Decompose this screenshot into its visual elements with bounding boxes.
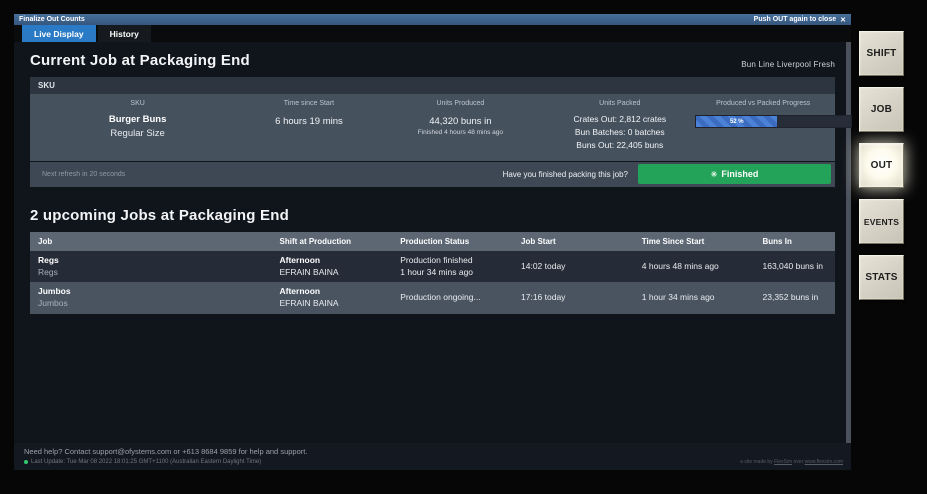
crates-out-value: Crates Out: 2,812 crates xyxy=(544,113,695,126)
col-sku-header: SKU xyxy=(34,100,241,107)
operator-name: EFRAIN BAINA xyxy=(280,298,385,310)
status-dot xyxy=(24,460,28,464)
buns-in: 23,352 buns in xyxy=(755,288,836,308)
bun-batches-value: Bun Batches: 0 batches xyxy=(544,126,695,139)
upcoming-jobs-title: 2 upcoming Jobs at Packaging End xyxy=(30,207,289,224)
progress-bar-fill: 52 % xyxy=(696,116,777,127)
job-subname: Regs xyxy=(38,267,264,279)
close-hint-text: Push OUT again to close xyxy=(754,16,836,23)
current-job-heading: Current Job at Packaging End Bun Line Li… xyxy=(30,52,835,69)
col-progress: Produced vs Packed Progress 52 % xyxy=(695,100,830,153)
tab-strip: Live Display History xyxy=(14,25,851,42)
window-title: Finalize Out Counts xyxy=(19,16,85,23)
credit-mid: over xyxy=(794,459,804,465)
last-update-row: Last Update: Tue Mar 08 2022 18:01:25 GM… xyxy=(24,459,841,465)
col-sku: SKU Burger Buns Regular Size xyxy=(34,100,241,153)
finished-check-icon: ✳ xyxy=(711,170,718,179)
help-text: Need help? Contact support@ofystems.com … xyxy=(24,447,841,456)
job-start: 17:16 today xyxy=(513,288,634,308)
production-status-sub: 1 hour 34 mins ago xyxy=(400,267,505,279)
close-icon[interactable]: ✕ xyxy=(840,16,846,24)
job-key-button[interactable]: JOB xyxy=(859,87,904,132)
table-row[interactable]: Regs Regs Afternoon EFRAIN BAINA Product… xyxy=(30,251,835,283)
job-subname: Jumbos xyxy=(38,298,264,310)
shift-name: Afternoon xyxy=(280,255,385,267)
finalize-out-counts-window: Finalize Out Counts Push OUT again to cl… xyxy=(14,14,851,470)
job-name: Jumbos xyxy=(38,286,264,298)
operator-name: EFRAIN BAINA xyxy=(280,267,385,279)
refresh-countdown: Next refresh in 20 seconds xyxy=(42,171,503,178)
line-name: Bun Line Liverpool Fresh xyxy=(741,60,835,69)
out-key-button[interactable]: OUT xyxy=(859,143,904,188)
jobs-table-header: Job Shift at Production Production Statu… xyxy=(30,232,835,251)
progress-bar: 52 % xyxy=(695,115,852,128)
col-time-header: Time since Start xyxy=(241,100,376,107)
current-job-footer: Next refresh in 20 seconds Have you fini… xyxy=(30,162,835,187)
buns-out-value: Buns Out: 22,405 buns xyxy=(544,139,695,152)
main-content: Current Job at Packaging End Bun Line Li… xyxy=(14,42,851,443)
upcoming-jobs-heading: 2 upcoming Jobs at Packaging End xyxy=(30,207,835,224)
scrollbar[interactable] xyxy=(846,42,851,443)
col-units-produced: Units Produced 44,320 buns in Finished 4… xyxy=(377,100,544,153)
finished-button-label: Finished xyxy=(721,169,758,179)
credit-site-link[interactable]: www.flexsim.com xyxy=(805,459,843,465)
sku-variant: Regular Size xyxy=(34,127,241,141)
col-time-since: Time Since Start xyxy=(634,232,755,251)
col-produced-header: Units Produced xyxy=(377,100,544,107)
col-shift: Shift at Production xyxy=(272,232,393,251)
col-status: Production Status xyxy=(392,232,513,251)
current-job-table: SKU Burger Buns Regular Size Time since … xyxy=(30,94,835,161)
units-produced-note: Finished 4 hours 48 mins ago xyxy=(377,129,544,136)
hardware-key-panel: SHIFT JOB OUT EVENTS STATS xyxy=(859,31,905,311)
shift-key-button[interactable]: SHIFT xyxy=(859,31,904,76)
tab-live-display[interactable]: Live Display xyxy=(22,25,96,42)
tab-history[interactable]: History xyxy=(98,25,151,42)
col-packed-header: Units Packed xyxy=(544,100,695,107)
credit-prefix: a site made by xyxy=(740,459,773,465)
finished-button[interactable]: ✳ Finished xyxy=(638,164,831,184)
stats-key-button[interactable]: STATS xyxy=(859,255,904,300)
time-since-start-value: 6 hours 19 mins xyxy=(241,116,376,127)
buns-in: 163,040 buns in xyxy=(755,257,836,277)
site-credit: a site made by FlexSim over www.flexsim.… xyxy=(740,459,843,465)
col-time-since-start: Time since Start 6 hours 19 mins xyxy=(241,100,376,153)
time-since: 4 hours 48 mins ago xyxy=(634,257,755,277)
table-row[interactable]: Jumbos Jumbos Afternoon EFRAIN BAINA Pro… xyxy=(30,282,835,314)
job-name: Regs xyxy=(38,255,264,267)
credit-author-link[interactable]: FlexSim xyxy=(774,459,792,465)
job-start: 14:02 today xyxy=(513,257,634,277)
progress-percent-label: 52 % xyxy=(730,119,744,125)
col-job-start: Job Start xyxy=(513,232,634,251)
production-status: Production ongoing... xyxy=(392,288,513,308)
sku-name: Burger Buns xyxy=(34,113,241,127)
production-status: Production finished xyxy=(400,255,505,267)
col-job: Job xyxy=(30,232,272,251)
last-update-text: Last Update: Tue Mar 08 2022 18:01:25 GM… xyxy=(31,459,261,465)
col-progress-header: Produced vs Packed Progress xyxy=(695,100,830,107)
finished-question: Have you finished packing this job? xyxy=(503,170,628,179)
col-buns-in: Buns In xyxy=(755,232,836,251)
current-job-card: SKU SKU Burger Buns Regular Size Time si… xyxy=(30,77,835,187)
col-units-packed: Units Packed Crates Out: 2,812 crates Bu… xyxy=(544,100,695,153)
units-produced-value: 44,320 buns in xyxy=(377,116,544,127)
upcoming-jobs-table: Job Shift at Production Production Statu… xyxy=(30,232,835,315)
time-since: 1 hour 34 mins ago xyxy=(634,288,755,308)
sku-section-label: SKU xyxy=(30,77,835,94)
current-job-title: Current Job at Packaging End xyxy=(30,52,250,69)
shift-name: Afternoon xyxy=(280,286,385,298)
window-footer: Need help? Contact support@ofystems.com … xyxy=(14,443,851,470)
window-titlebar: Finalize Out Counts Push OUT again to cl… xyxy=(14,14,851,25)
events-key-button[interactable]: EVENTS xyxy=(859,199,904,244)
